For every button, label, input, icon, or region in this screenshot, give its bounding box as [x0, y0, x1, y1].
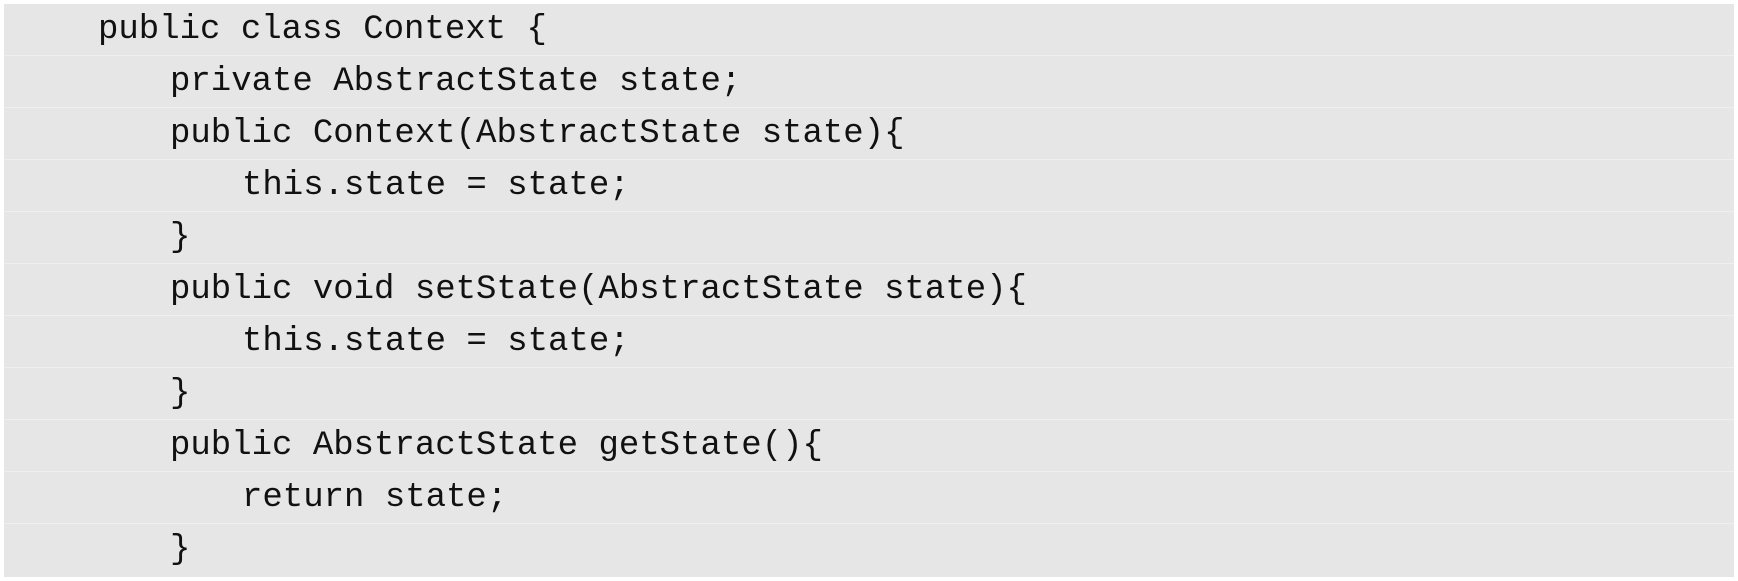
code-line-setter-body: this.state = state; [4, 316, 1734, 368]
code-line-constructor-close: } [4, 212, 1734, 264]
code-line-class-declaration: public class Context { [4, 4, 1734, 56]
code-line-setter-close: } [4, 368, 1734, 420]
code-line-constructor-signature: public Context(AbstractState state){ [4, 108, 1734, 160]
code-line-field-state: private AbstractState state; [4, 56, 1734, 108]
code-line-setter-signature: public void setState(AbstractState state… [4, 264, 1734, 316]
code-block: public class Context { private AbstractS… [4, 4, 1734, 577]
code-line-constructor-body: this.state = state; [4, 160, 1734, 212]
code-line-getter-close: } [170, 531, 191, 569]
code-line-getter-signature: public AbstractState getState(){ [4, 420, 1734, 472]
code-line-getter-body: return state; [4, 472, 1734, 524]
